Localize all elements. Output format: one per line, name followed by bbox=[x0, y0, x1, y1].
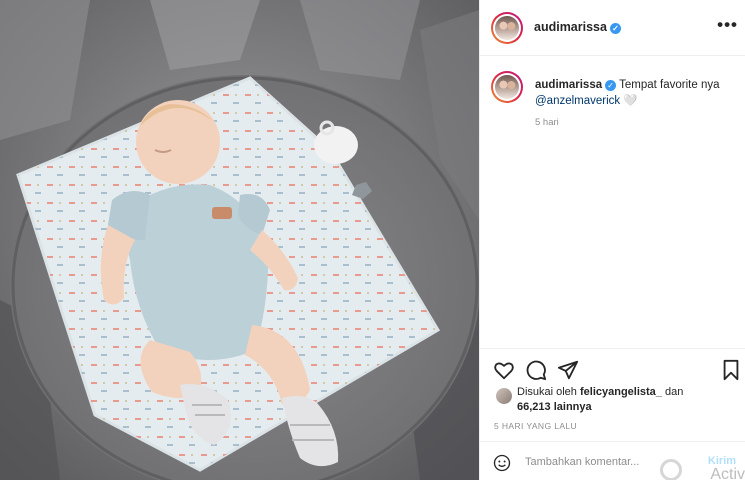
caption-text: audimarissa ✓ Tempat favorite nya @anzelm… bbox=[535, 77, 735, 109]
caption-avatar[interactable] bbox=[491, 71, 523, 103]
caption-username[interactable]: audimarissa bbox=[535, 79, 602, 91]
caption-mention-link[interactable]: @anzelmaverick bbox=[535, 95, 620, 107]
comment-bar: Kirim bbox=[480, 441, 745, 480]
emoji-picker-icon[interactable] bbox=[493, 454, 511, 472]
activation-watermark: Activ bbox=[710, 466, 745, 480]
bookmark-icon[interactable] bbox=[720, 359, 742, 381]
caption-time: 5 hari bbox=[535, 117, 559, 128]
caption-verified-icon: ✓ bbox=[605, 80, 617, 91]
author-username-text[interactable]: audimarissa bbox=[534, 20, 607, 34]
caption-emoji: 🤍 bbox=[623, 95, 638, 107]
likes-count[interactable]: 66,213 bbox=[517, 401, 551, 413]
comment-icon[interactable] bbox=[525, 359, 547, 381]
heart-icon[interactable] bbox=[493, 359, 515, 381]
share-icon[interactable] bbox=[557, 359, 579, 381]
likes-text: Disukai oleh felicyangelista_ dan 66,213… bbox=[517, 385, 737, 415]
post-timestamp: 5 HARI YANG LALU bbox=[494, 421, 578, 431]
verified-badge-icon: ✓ bbox=[609, 23, 621, 34]
more-options-icon[interactable]: ••• bbox=[717, 15, 738, 35]
post-header: audimarissa ✓ ••• bbox=[480, 0, 745, 56]
likes-suffix[interactable]: lainnya bbox=[554, 401, 592, 413]
likes-prefix: Disukai oleh bbox=[517, 386, 577, 398]
author-username[interactable]: audimarissa ✓ bbox=[534, 20, 621, 34]
author-avatar[interactable] bbox=[491, 12, 523, 44]
baby-photo-illustration bbox=[0, 0, 479, 480]
post-photo[interactable] bbox=[0, 0, 479, 480]
post-side-panel: audimarissa ✓ ••• audimarissa ✓ Tempat fav… bbox=[479, 0, 745, 480]
liker-avatar[interactable] bbox=[496, 388, 512, 404]
likes-connector: dan bbox=[664, 386, 684, 398]
watermark-icon bbox=[660, 459, 682, 480]
caption-body: Tempat favorite nya bbox=[619, 79, 720, 91]
liker-username[interactable]: felicyangelista_ bbox=[580, 386, 662, 398]
